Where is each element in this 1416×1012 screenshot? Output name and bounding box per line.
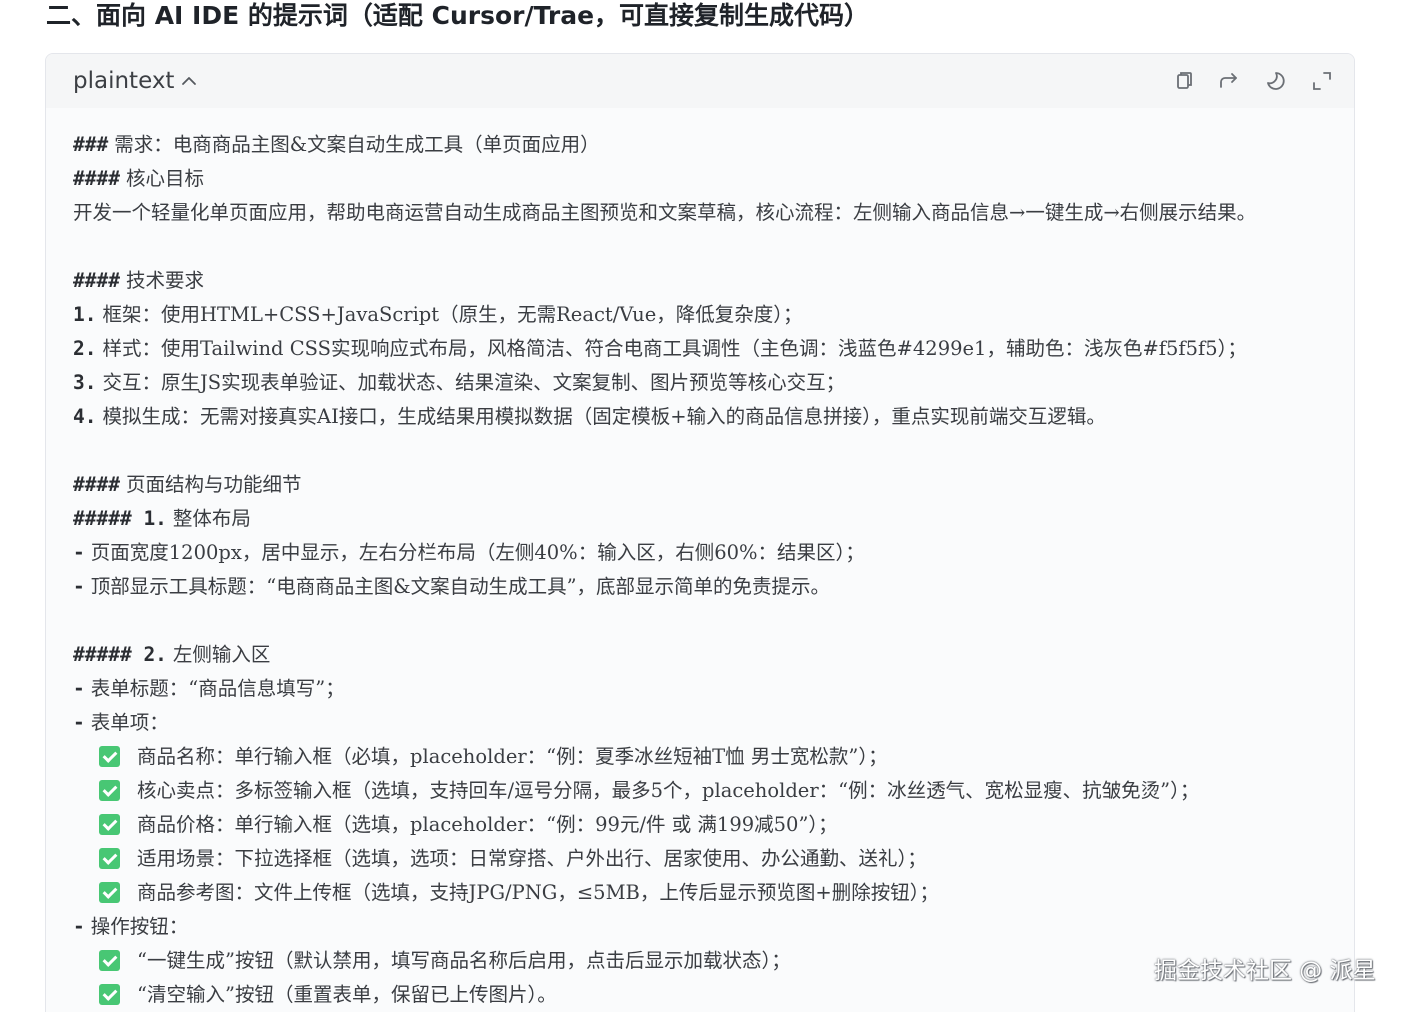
markdown-marker: - [73,711,85,734]
code-line-text: 页面结构与功能细节 [125,473,302,496]
markdown-marker: 2. [73,337,97,360]
code-line-text: 操作按钮： [90,915,189,938]
section-heading: 二、面向 AI IDE 的提示词（适配 Cursor/Trae，可直接复制生成代… [46,1,870,30]
markdown-marker: 3. [73,371,97,394]
code-line-text: 左侧输入区 [172,643,271,666]
code-line-text: 核心目标 [125,167,204,190]
code-line-text: 技术要求 [125,269,204,292]
code-line: 4. 模拟生成：无需对接真实AI接口，生成结果用模拟数据（固定模板+输入的商品信息… [73,400,1354,434]
markdown-marker: ##### 1. [73,507,167,530]
code-line: #### 页面结构与功能细节 [73,468,1354,502]
code-line-text: 模拟生成：无需对接真实AI接口，生成结果用模拟数据（固定模板+输入的商品信息拼接… [102,405,1106,428]
markdown-marker: ### [73,133,109,156]
checklist-item: 核心卖点：多标签输入框（选填，支持回车/逗号分隔，最多5个，placeholde… [73,774,1354,808]
checklist-item: 商品名称：单行输入框（必填，placeholder：“例：夏季冰丝短袖T恤 男士… [73,740,1354,774]
copy-icon[interactable] [1170,68,1196,94]
code-line-text: 表单标题：“商品信息填写”； [90,677,345,700]
markdown-marker: 4. [73,405,97,428]
code-line: - 表单标题：“商品信息填写”； [73,672,1354,706]
code-line-text: 样式：使用Tailwind CSS实现响应式布局，风格简洁、符合电商工具调性（主… [102,337,1247,360]
checklist-item-text: 商品参考图：文件上传框（选填，支持JPG/PNG，≤5MB，上传后显示预览图+删… [137,881,939,904]
checklist-item: 商品价格：单行输入框（选填，placeholder：“例：99元/件 或 满19… [73,808,1354,842]
code-content: ### 需求：电商商品主图&文案自动生成工具（单页面应用） #### 核心目标 开发一个… [73,128,1354,1012]
code-line: ##### 1. 整体布局 [73,502,1354,536]
code-line: 3. 交互：原生JS实现表单验证、加载状态、结果渲染、文案复制、图片预览等核心交互… [73,366,1354,400]
code-line: - 表单项： [73,706,1354,740]
code-line-text: 交互：原生JS实现表单验证、加载状态、结果渲染、文案复制、图片预览等核心交互； [102,371,846,394]
code-line: #### 核心目标 [73,162,1354,196]
checklist-item-text: 商品名称：单行输入框（必填，placeholder：“例：夏季冰丝短袖T恤 男士… [137,745,888,768]
markdown-marker: 1. [73,303,97,326]
markdown-marker: - [73,677,85,700]
markdown-marker: ##### 2. [73,643,167,666]
expand-icon[interactable] [1309,68,1335,94]
markdown-marker: - [73,541,85,564]
markdown-marker: - [73,575,85,598]
code-line: - 顶部显示工具标题：“电商商品主图&文案自动生成工具”，底部显示简单的免责提示。 [73,570,1354,604]
code-line: - 操作按钮： [73,910,1354,944]
markdown-marker: - [73,915,85,938]
checklist-item-text: 核心卖点：多标签输入框（选填，支持回车/逗号分隔，最多5个，placeholde… [137,779,1200,802]
checkbox-checked-icon [99,814,120,835]
checklist-item: 商品参考图：文件上传框（选填，支持JPG/PNG，≤5MB，上传后显示预览图+删… [73,876,1354,910]
code-line: 2. 样式：使用Tailwind CSS实现响应式布局，风格简洁、符合电商工具调性… [73,332,1354,366]
language-label[interactable]: plaintext [73,66,174,96]
checklist-item-text: 商品价格：单行输入框（选填，placeholder：“例：99元/件 或 满19… [137,813,838,836]
chevron-up-icon[interactable] [180,72,198,90]
checkbox-checked-icon [99,780,120,801]
code-block: plaintext ### 需求：电商商品主图&文案自动生成工具（单页面应用） ##… [45,53,1355,1012]
code-line-text: 需求：电商商品主图&文案自动生成工具（单页面应用） [114,133,600,156]
code-line: - 页面宽度1200px，居中显示，左右分栏布局（左侧40%：输入区，右侧60%：… [73,536,1354,570]
checkbox-checked-icon [99,984,120,1005]
moon-icon[interactable] [1262,68,1288,94]
checklist-item-text: “清空输入”按钮（重置表单，保留已上传图片）。 [137,983,557,1006]
code-line: #### 技术要求 [73,264,1354,298]
code-line: 1. 框架：使用HTML+CSS+JavaScript（原生，无需React/Vu… [73,298,1354,332]
checklist-item-text: 适用场景：下拉选择框（选填，选项：日常穿搭、户外出行、居家使用、办公通勤、送礼）… [137,847,927,870]
checklist-item: 适用场景：下拉选择框（选填，选项：日常穿搭、户外出行、居家使用、办公通勤、送礼）… [73,842,1354,876]
code-line-text: 表单项： [90,711,169,734]
watermark: 掘金技术社区 @ 派星 [1154,958,1376,984]
markdown-marker: #### [73,473,120,496]
share-icon[interactable] [1216,68,1242,94]
code-line-text: 框架：使用HTML+CSS+JavaScript（原生，无需React/Vue，… [102,303,803,326]
checkbox-checked-icon [99,950,120,971]
markdown-marker: #### [73,167,120,190]
checkbox-checked-icon [99,746,120,767]
markdown-marker: #### [73,269,120,292]
code-line-text: 整体布局 [172,507,251,530]
code-line: ### 需求：电商商品主图&文案自动生成工具（单页面应用） [73,128,1354,162]
checkbox-checked-icon [99,848,120,869]
checklist-item-text: “一键生成”按钮（默认禁用，填写商品名称后启用，点击后显示加载状态）； [137,949,791,972]
code-line: ##### 2. 左侧输入区 [73,638,1354,672]
code-line-text: 开发一个轻量化单页面应用，帮助电商运营自动生成商品主图预览和文案草稿，核心流程：… [73,201,1257,224]
code-line-text: 顶部显示工具标题：“电商商品主图&文案自动生成工具”，底部显示简单的免责提示。 [90,575,831,598]
code-line: 开发一个轻量化单页面应用，帮助电商运营自动生成商品主图预览和文案草稿，核心流程：… [73,196,1354,230]
code-line-text: 页面宽度1200px，居中显示，左右分栏布局（左侧40%：输入区，右侧60%：结… [90,541,865,564]
code-block-header: plaintext [46,54,1354,108]
checkbox-checked-icon [99,882,120,903]
